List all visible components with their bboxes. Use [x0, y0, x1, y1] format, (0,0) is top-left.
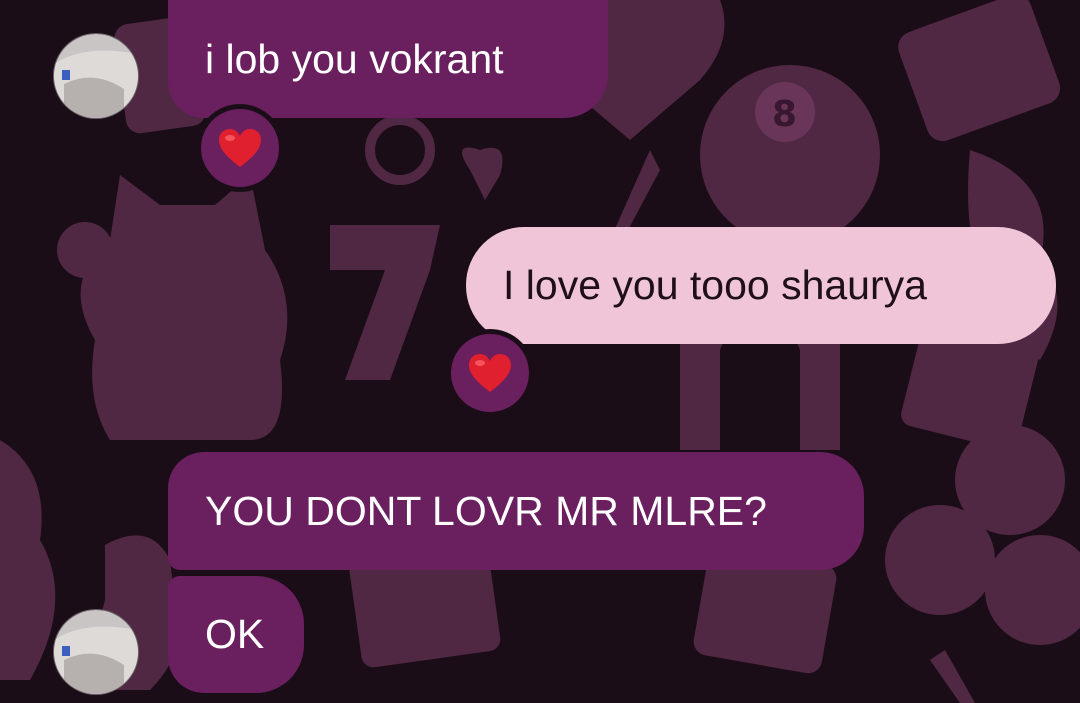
chat-area: 8 i lob you vokrant I love you tooo shau… [0, 0, 1080, 703]
message-bubble-incoming[interactable]: YOU DONT LOVR MR MLRE? [168, 452, 864, 570]
message-bubble-incoming[interactable]: OK [168, 576, 304, 693]
seven-shape [330, 225, 440, 380]
dice-shape-right [898, 0, 1061, 142]
message-reaction[interactable] [446, 329, 534, 417]
red-heart-icon [469, 354, 511, 392]
small-heart-shape [462, 147, 503, 200]
message-text: YOU DONT LOVR MR MLRE? [205, 487, 767, 534]
avatar-photo [54, 34, 138, 118]
eight-ball-number: 8 [772, 94, 797, 135]
message-text: i lob you vokrant [205, 35, 504, 82]
cat-paw-shape [57, 222, 113, 278]
red-heart-icon [219, 129, 261, 167]
message-text: OK [205, 611, 265, 657]
message-text: I love you tooo shaurya [503, 262, 927, 308]
message-reaction[interactable] [196, 104, 284, 192]
message-bubble-incoming[interactable]: i lob you vokrant [168, 0, 608, 118]
keychain-ring-shape [365, 115, 435, 185]
flame-shape-left [0, 440, 56, 680]
lucky-cat-shape [80, 175, 288, 440]
avatar-photo [54, 610, 138, 694]
contact-avatar[interactable] [53, 609, 139, 695]
bottom-wishbone-shape [930, 650, 975, 703]
clover-leaf-2 [885, 505, 995, 615]
contact-avatar[interactable] [53, 33, 139, 119]
message-bubble-outgoing[interactable]: I love you tooo shaurya [466, 227, 1056, 344]
clover-leaf-3 [985, 535, 1080, 645]
